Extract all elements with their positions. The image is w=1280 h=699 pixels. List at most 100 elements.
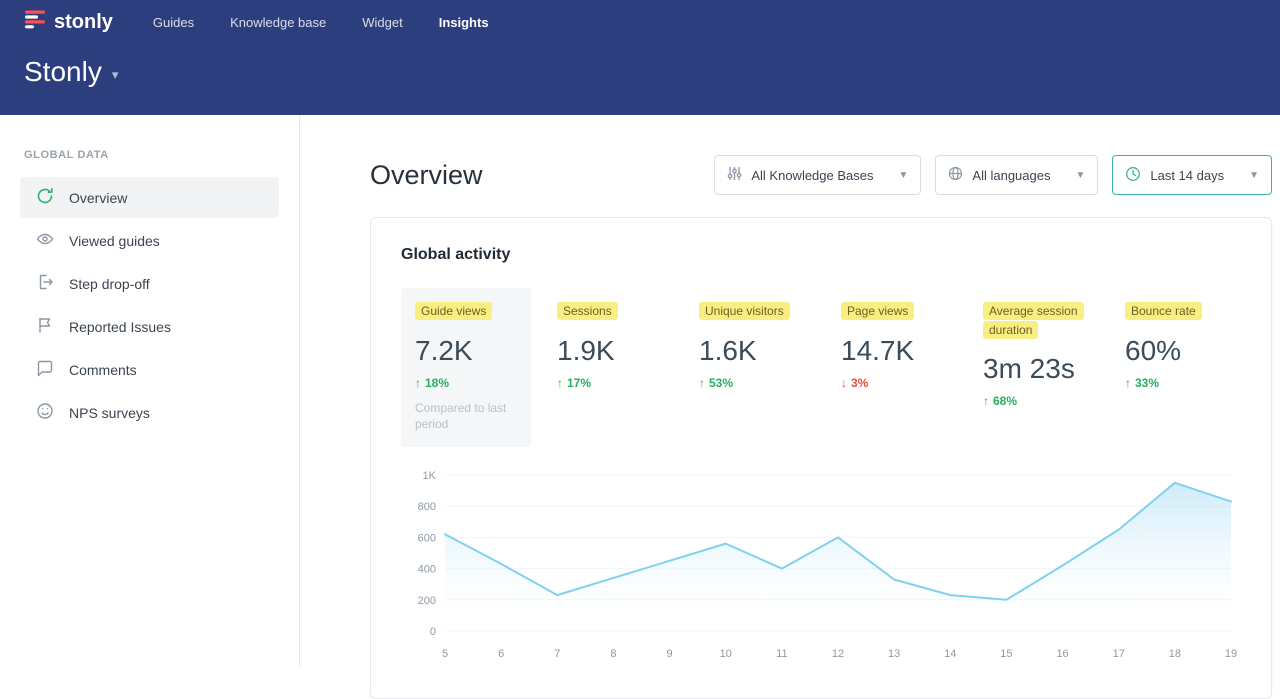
sidebar-item-reported-issues[interactable]: Reported Issues	[20, 306, 279, 347]
brand-logo-text: stonly	[54, 11, 113, 34]
sidebar-section-label: GLOBAL DATA	[0, 149, 299, 161]
metric-label: Average session duration	[983, 302, 1084, 339]
svg-text:12: 12	[832, 648, 844, 660]
sidebar-item-viewed-guides[interactable]: Viewed guides	[20, 220, 279, 261]
svg-text:6: 6	[498, 648, 504, 660]
arrow-up-icon: ↑	[415, 376, 421, 390]
sidebar-item-label: Overview	[69, 190, 127, 206]
svg-text:9: 9	[667, 648, 673, 660]
filters: All Knowledge Bases ▼ All languages ▼	[714, 155, 1272, 195]
date-range-dropdown[interactable]: Last 14 days ▼	[1112, 155, 1272, 195]
svg-text:7: 7	[554, 648, 560, 660]
svg-text:15: 15	[1000, 648, 1012, 660]
chevron-down-icon: ▼	[1075, 170, 1085, 181]
knowledge-bases-dropdown-label: All Knowledge Bases	[751, 168, 873, 183]
overview-icon	[36, 187, 54, 208]
svg-text:5: 5	[442, 648, 448, 660]
activity-chart: 0 200 400 600 800 1K 5 6 7 8 9 10 11 12 13 14 15 16 17 18 19	[401, 465, 1241, 665]
sidebar-item-comments[interactable]: Comments	[20, 349, 279, 390]
page-title: Overview	[370, 160, 483, 191]
sidebar-item-label: NPS surveys	[69, 405, 150, 421]
smiley-icon	[36, 402, 54, 423]
languages-dropdown[interactable]: All languages ▼	[935, 155, 1098, 195]
metric-label: Bounce rate	[1125, 302, 1202, 320]
svg-text:10: 10	[720, 648, 732, 660]
svg-text:400: 400	[418, 564, 436, 576]
languages-dropdown-label: All languages	[972, 168, 1050, 183]
sidebar-item-overview[interactable]: Overview	[20, 177, 279, 218]
nav-item-widget[interactable]: Widget	[362, 15, 402, 30]
svg-text:8: 8	[610, 648, 616, 660]
svg-text:18: 18	[1169, 648, 1181, 660]
metric-delta: ↑ 33%	[1125, 376, 1227, 390]
chevron-down-icon: ▼	[1249, 170, 1259, 181]
svg-text:14: 14	[944, 648, 956, 660]
sidebar-item-step-drop-off[interactable]: Step drop-off	[20, 263, 279, 304]
knowledge-bases-dropdown[interactable]: All Knowledge Bases ▼	[714, 155, 921, 195]
step-dropoff-icon	[36, 273, 54, 294]
svg-text:200: 200	[418, 595, 436, 607]
metric-value: 3m 23s	[983, 353, 1085, 385]
metric-average-session-duration[interactable]: Average session duration 3m 23s ↑ 68%	[969, 288, 1099, 422]
metric-bounce-rate[interactable]: Bounce rate 60% ↑ 33%	[1111, 288, 1241, 404]
global-activity-card: Global activity Guide views 7.2K ↑ 18% C…	[370, 217, 1272, 699]
nav-item-insights[interactable]: Insights	[439, 15, 489, 30]
sliders-icon	[727, 166, 742, 184]
sidebar-item-nps-surveys[interactable]: NPS surveys	[20, 392, 279, 433]
svg-text:800: 800	[418, 501, 436, 513]
metric-page-views[interactable]: Page views 14.7K ↓ 3%	[827, 288, 957, 404]
metric-value: 60%	[1125, 335, 1227, 367]
app-header: stonly Guides Knowledge base Widget Insi…	[0, 0, 1280, 115]
metric-delta: ↑ 53%	[699, 376, 801, 390]
metric-value: 1.9K	[557, 335, 659, 367]
globe-icon	[948, 166, 963, 184]
sidebar-item-label: Step drop-off	[69, 276, 150, 292]
metric-unique-visitors[interactable]: Unique visitors 1.6K ↑ 53%	[685, 288, 815, 404]
metric-delta: ↑ 68%	[983, 394, 1085, 408]
svg-text:1K: 1K	[423, 470, 437, 482]
metric-label: Unique visitors	[699, 302, 790, 320]
workspace-selector[interactable]: Stonly ▾	[0, 44, 118, 88]
sidebar: GLOBAL DATA Overview Viewed guides	[0, 115, 300, 667]
sidebar-item-label: Reported Issues	[69, 319, 171, 335]
nav-item-guides[interactable]: Guides	[153, 15, 194, 30]
arrow-down-icon: ↓	[841, 376, 847, 390]
arrow-up-icon: ↑	[983, 394, 989, 408]
metric-value: 1.6K	[699, 335, 801, 367]
metric-delta: ↑ 17%	[557, 376, 659, 390]
metric-label: Page views	[841, 302, 914, 320]
svg-text:0: 0	[430, 626, 436, 638]
main-content: Overview All Knowledge Bases ▼	[300, 115, 1280, 667]
svg-text:13: 13	[888, 648, 900, 660]
brand-logo[interactable]: stonly	[24, 8, 113, 36]
top-navbar: stonly Guides Knowledge base Widget Insi…	[0, 0, 1280, 44]
metric-delta: ↓ 3%	[841, 376, 943, 390]
chevron-down-icon: ▼	[899, 170, 909, 181]
svg-text:600: 600	[418, 533, 436, 545]
metric-value: 7.2K	[415, 335, 517, 367]
svg-text:16: 16	[1056, 648, 1068, 660]
arrow-up-icon: ↑	[557, 376, 563, 390]
sidebar-item-label: Viewed guides	[69, 233, 160, 249]
chart-wrap: 0 200 400 600 800 1K 5 6 7 8 9 10 11 12 13 14 15 16 17 18 19	[401, 465, 1241, 670]
svg-text:17: 17	[1113, 648, 1125, 660]
svg-text:11: 11	[776, 648, 787, 660]
nav-item-knowledge-base[interactable]: Knowledge base	[230, 15, 326, 30]
metric-compare-note: Compared to last period	[415, 400, 517, 434]
clock-icon	[1125, 166, 1141, 185]
date-range-dropdown-label: Last 14 days	[1150, 168, 1224, 183]
metric-sessions[interactable]: Sessions 1.9K ↑ 17%	[543, 288, 673, 404]
card-title: Global activity	[401, 246, 1241, 264]
svg-text:19: 19	[1225, 648, 1237, 660]
metric-guide-views[interactable]: Guide views 7.2K ↑ 18% Compared to last …	[401, 288, 531, 447]
metric-value: 14.7K	[841, 335, 943, 367]
chevron-down-icon: ▾	[112, 67, 119, 83]
stonly-logo-icon	[24, 8, 46, 36]
metrics-row: Guide views 7.2K ↑ 18% Compared to last …	[401, 288, 1241, 447]
workspace-name: Stonly	[24, 56, 102, 88]
flag-icon	[36, 316, 54, 337]
metric-label: Sessions	[557, 302, 618, 320]
comment-icon	[36, 359, 54, 380]
metric-delta: ↑ 18%	[415, 376, 517, 390]
arrow-up-icon: ↑	[1125, 376, 1131, 390]
